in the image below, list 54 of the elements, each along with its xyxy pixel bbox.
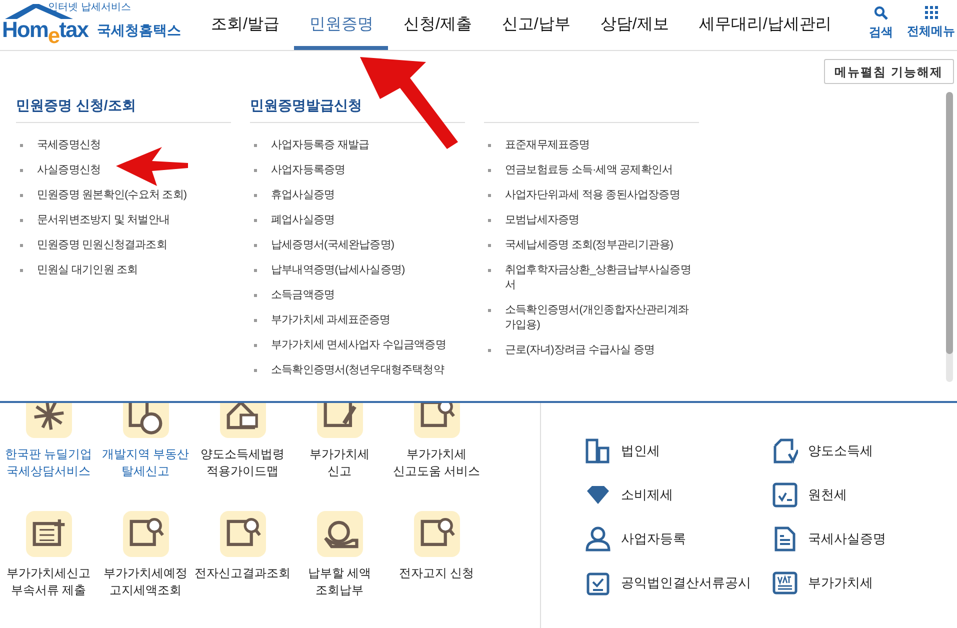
menu-link[interactable]: 민원실 대기인원 조회	[37, 263, 231, 278]
menu-link[interactable]: 사실증명신청	[37, 163, 231, 178]
nav-tab[interactable]: 신고/납부	[486, 0, 586, 50]
menu-link[interactable]: 휴업사실증명	[271, 188, 465, 203]
menu-link[interactable]: 취업후학자금상환_상환금납부사실증명서	[505, 263, 699, 293]
menu-link[interactable]: 문서위변조방지 및 처벌안내	[37, 213, 231, 228]
column-heading: 민원증명 신청/조회	[16, 97, 136, 113]
nav-tab[interactable]: 상담/제보	[585, 0, 684, 50]
menu-link[interactable]: 사업자등록증 재발급	[271, 138, 465, 153]
tax-category-link[interactable]: 양도소득세	[808, 440, 873, 460]
menu-link[interactable]: 민원증명 원본확인(수요처 조회)	[37, 188, 231, 203]
menu-link[interactable]: 국세증명신청	[37, 138, 231, 153]
service-label[interactable]: 부가가치세신고 부속서류 제출	[6, 565, 90, 599]
menu-link[interactable]: 소득확인증명서(개인종합자산관리계좌 가입용)	[505, 303, 699, 333]
nav-tab[interactable]: 조회/발급	[196, 0, 294, 50]
menu-link[interactable]: 민원증명 민원신청결과조회	[37, 238, 231, 253]
tax-category-link[interactable]: 소비제세	[621, 484, 673, 504]
menu-link[interactable]: 근로(자녀)장려금 수급사실 증명	[505, 343, 699, 358]
menu-link[interactable]: 사업자등록증명	[271, 163, 465, 178]
tax-category-link[interactable]: 부가가치세	[808, 572, 873, 592]
menu-link[interactable]: 납세증명서(국세완납증명)	[271, 238, 465, 253]
menu-link[interactable]: 소득금액증명	[271, 288, 465, 303]
menu-link[interactable]: 납부내역증명(납세사실증명)	[271, 263, 465, 278]
tax-category-link[interactable]: 원천세	[808, 484, 847, 504]
service-label[interactable]: 부가가치세예정 고지세액조회	[104, 565, 188, 599]
search-button[interactable]: 검색	[869, 0, 893, 50]
menu-link[interactable]: 연금보험료등 소득·세액 공제확인서	[505, 163, 699, 178]
service-label[interactable]: 한국판 뉴딜기업 국세상담서비스	[4, 446, 92, 480]
menu-link[interactable]: 부가가치세 면세사업자 수입금액증명	[271, 338, 465, 353]
menu-link[interactable]: 폐업사실증명	[271, 213, 465, 228]
menu-link[interactable]: 모범납세자증명	[505, 213, 699, 228]
nav-tab[interactable]: 신청/제출	[388, 0, 487, 50]
service-label[interactable]: 전자고지 신청	[398, 565, 474, 582]
service-label[interactable]: 부가가치세 신고도움 서비스	[392, 446, 480, 480]
menu-link[interactable]: 국세납세증명 조회(정부관리기관용)	[505, 238, 699, 253]
service-label[interactable]: 납부할 세액 조회납부	[308, 565, 372, 599]
menu-link[interactable]: 부가가치세 과세표준증명	[271, 313, 465, 328]
menu-link[interactable]: 사업자단위과세 적용 종된사업장증명	[505, 188, 699, 203]
service-label[interactable]: 부가가치세 신고	[310, 446, 370, 480]
logo-name: 국세청홈택스	[97, 21, 181, 39]
service-label[interactable]: 양도소득세법령 적용가이드맵	[200, 446, 284, 480]
menu-link[interactable]: 표준재무제표증명	[505, 138, 699, 153]
tax-category-link[interactable]: 국세사실증명	[808, 528, 886, 548]
service-label[interactable]: 개발지역 부동산 탈세신고	[102, 446, 190, 480]
menu-link[interactable]: 소득확인증명서(청년우대형주택청약	[271, 363, 465, 378]
tax-category-link[interactable]: 사업자등록	[621, 528, 686, 548]
tax-category-link[interactable]: 법인세	[621, 440, 660, 460]
menu-toggle-button[interactable]: 메뉴펼침 기능해제	[824, 59, 954, 84]
nav-tab[interactable]: 세무대리/납세관리	[684, 0, 846, 50]
column-heading: 민원증명발급신청	[250, 97, 362, 113]
service-label[interactable]: 전자신고결과조회	[194, 565, 290, 582]
tax-category-link[interactable]: 공익법인결산서류공시	[621, 572, 751, 592]
logo-tagline: 인터넷 납세서비스	[48, 2, 131, 13]
all-menu-button[interactable]: 전체메뉴	[907, 0, 955, 50]
